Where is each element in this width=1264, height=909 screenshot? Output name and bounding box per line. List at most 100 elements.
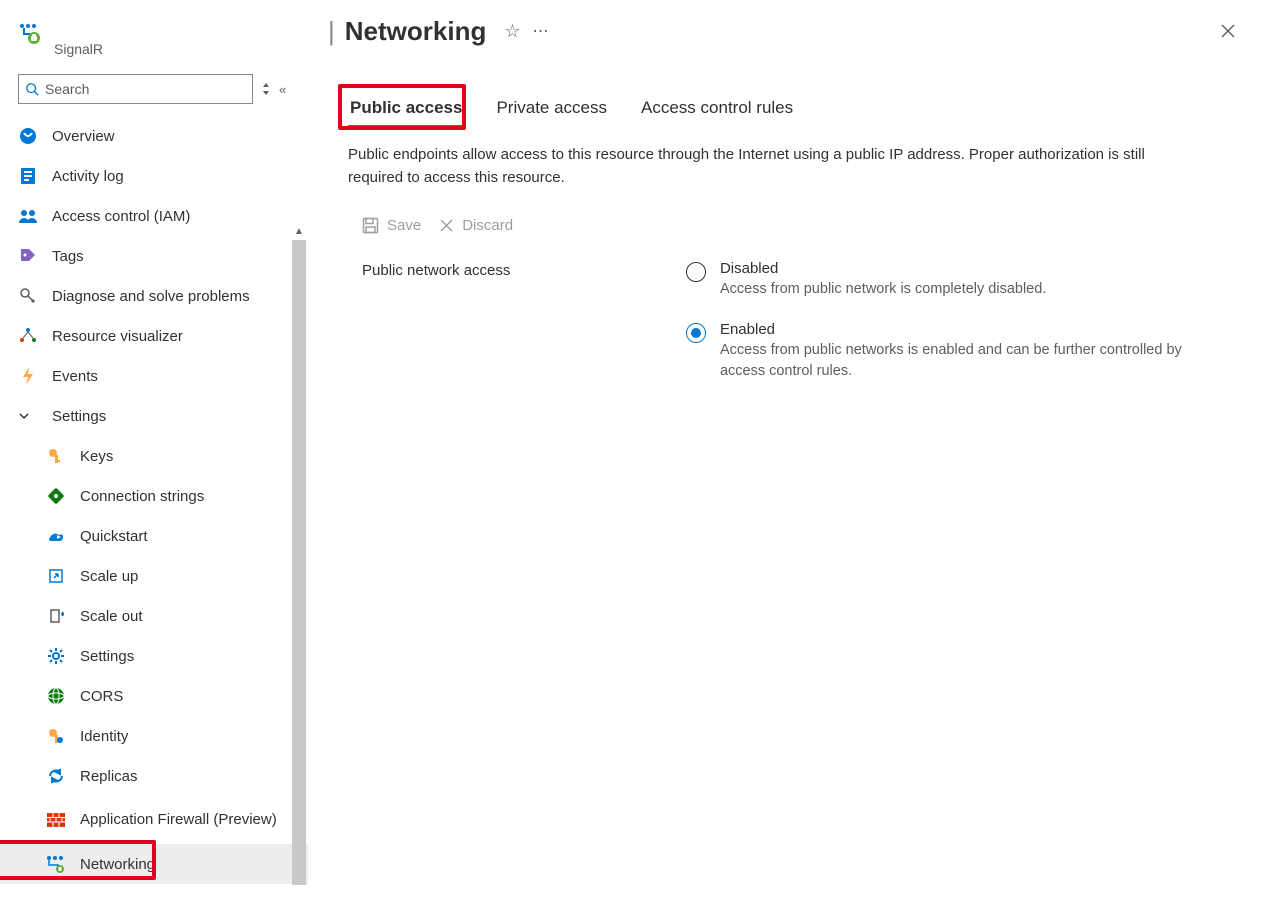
nav-label: Events	[52, 368, 98, 385]
form-label-public-network-access: Public network access	[362, 260, 566, 381]
nav-keys[interactable]: Keys	[0, 436, 308, 476]
nav-label: Scale out	[80, 608, 143, 625]
nav-label: Tags	[52, 248, 84, 265]
radio-enabled-label: Enabled	[720, 321, 1224, 338]
tab-label: Access control rules	[641, 98, 793, 117]
toolbar: Save Discard	[308, 189, 1264, 234]
connection-strings-icon	[46, 486, 66, 506]
nav-label: Replicas	[80, 768, 138, 785]
radio-enabled-desc: Access from public networks is enabled a…	[720, 340, 1224, 381]
diagnose-icon	[18, 286, 38, 306]
scrollbar[interactable]: ▲	[290, 240, 308, 909]
description-text: Public endpoints allow access to this re…	[308, 128, 1208, 189]
nav-replicas[interactable]: Replicas	[0, 756, 308, 796]
nav-activity-log[interactable]: Activity log	[0, 156, 308, 196]
breadcrumb-separator: |	[328, 16, 335, 47]
main-header: | Networking ☆ ⋯	[308, 0, 1264, 54]
signalr-icon	[18, 20, 42, 44]
nav-quickstart[interactable]: Quickstart	[0, 516, 308, 556]
radio-disabled-desc: Access from public network is completely…	[720, 279, 1046, 299]
nav-events[interactable]: Events	[0, 356, 308, 396]
nav-label: Activity log	[52, 168, 124, 185]
sidebar: SignalR « Ov	[0, 0, 308, 909]
nav-resource-visualizer[interactable]: Resource visualizer	[0, 316, 308, 356]
nav-list: Overview Activity log Access control (IA…	[0, 116, 308, 884]
nav-group-settings[interactable]: Settings	[0, 396, 308, 436]
radio-disabled-label: Disabled	[720, 260, 1046, 277]
discard-button[interactable]: Discard	[439, 217, 513, 234]
nav-label: Keys	[80, 448, 113, 465]
activity-log-icon	[18, 166, 38, 186]
highlight-networking	[0, 840, 156, 880]
nav-label: Scale up	[80, 568, 138, 585]
nav-identity[interactable]: Identity	[0, 716, 308, 756]
scale-up-icon	[46, 566, 66, 586]
scale-out-icon	[46, 606, 66, 626]
nav-settings-children: Keys Connection strings Quickstart Scale…	[0, 436, 308, 884]
nav-label: Overview	[52, 128, 115, 145]
discard-label: Discard	[462, 217, 513, 234]
close-button[interactable]	[1212, 19, 1244, 43]
tab-label: Public access	[350, 98, 462, 117]
tabs: Public access Private access Access cont…	[348, 94, 1264, 128]
chevron-down-icon	[18, 410, 38, 422]
tab-access-control-rules[interactable]: Access control rules	[639, 94, 795, 128]
nav-label: Settings	[80, 648, 134, 665]
search-input-container[interactable]	[18, 74, 253, 104]
scrollbar-up-arrow[interactable]: ▲	[292, 224, 306, 238]
search-icon	[25, 82, 39, 96]
save-label: Save	[387, 217, 421, 234]
identity-icon	[46, 726, 66, 746]
page-title: Networking	[345, 16, 487, 47]
nav-label: Identity	[80, 728, 128, 745]
settings-icon	[46, 646, 66, 666]
scrollbar-thumb[interactable]	[292, 240, 306, 885]
nav-access-control[interactable]: Access control (IAM)	[0, 196, 308, 236]
favorite-star-icon[interactable]: ☆	[504, 21, 520, 42]
collapse-sidebar-icon[interactable]: «	[279, 82, 296, 97]
iam-icon	[18, 206, 38, 226]
nav-group-label: Settings	[52, 408, 106, 425]
search-input[interactable]	[39, 81, 246, 97]
nav-label: Resource visualizer	[52, 328, 183, 345]
nav-tags[interactable]: Tags	[0, 236, 308, 276]
sidebar-header: SignalR	[0, 0, 308, 68]
radio-enabled[interactable]	[686, 323, 706, 343]
visualizer-icon	[18, 326, 38, 346]
nav-label: Access control (IAM)	[52, 208, 190, 225]
firewall-icon	[46, 810, 66, 830]
radio-disabled[interactable]	[686, 262, 706, 282]
events-icon	[18, 366, 38, 386]
main: | Networking ☆ ⋯ Public access Private a…	[308, 0, 1264, 909]
tab-label: Private access	[496, 98, 607, 117]
cors-icon	[46, 686, 66, 706]
nav-scale-out[interactable]: Scale out	[0, 596, 308, 636]
nav-connection-strings[interactable]: Connection strings	[0, 476, 308, 516]
nav-label: Quickstart	[80, 528, 148, 545]
tags-icon	[18, 246, 38, 266]
nav-app-firewall[interactable]: Application Firewall (Preview)	[0, 796, 308, 844]
nav-label: Connection strings	[80, 488, 204, 505]
nav-cors[interactable]: CORS	[0, 676, 308, 716]
tab-public-access[interactable]: Public access	[348, 94, 464, 128]
radio-group-public-access: Disabled Access from public network is c…	[686, 260, 1224, 381]
discard-icon	[439, 218, 454, 233]
more-menu-icon[interactable]: ⋯	[532, 21, 550, 41]
service-label: SignalR	[54, 41, 103, 57]
save-button[interactable]: Save	[362, 217, 421, 234]
nav-label: Application Firewall (Preview)	[80, 810, 277, 830]
keys-icon	[46, 446, 66, 466]
nav-overview[interactable]: Overview	[0, 116, 308, 156]
sort-icon[interactable]	[261, 81, 271, 97]
overview-icon	[18, 126, 38, 146]
quickstart-icon	[46, 526, 66, 546]
nav-scroll: Overview Activity log Access control (IA…	[0, 116, 308, 909]
nav-diagnose[interactable]: Diagnose and solve problems	[0, 276, 308, 316]
nav-label: CORS	[80, 688, 123, 705]
save-icon	[362, 217, 379, 234]
nav-scale-up[interactable]: Scale up	[0, 556, 308, 596]
nav-settings[interactable]: Settings	[0, 636, 308, 676]
nav-label: Diagnose and solve problems	[52, 288, 250, 305]
tab-private-access[interactable]: Private access	[494, 94, 609, 128]
replicas-icon	[46, 766, 66, 786]
